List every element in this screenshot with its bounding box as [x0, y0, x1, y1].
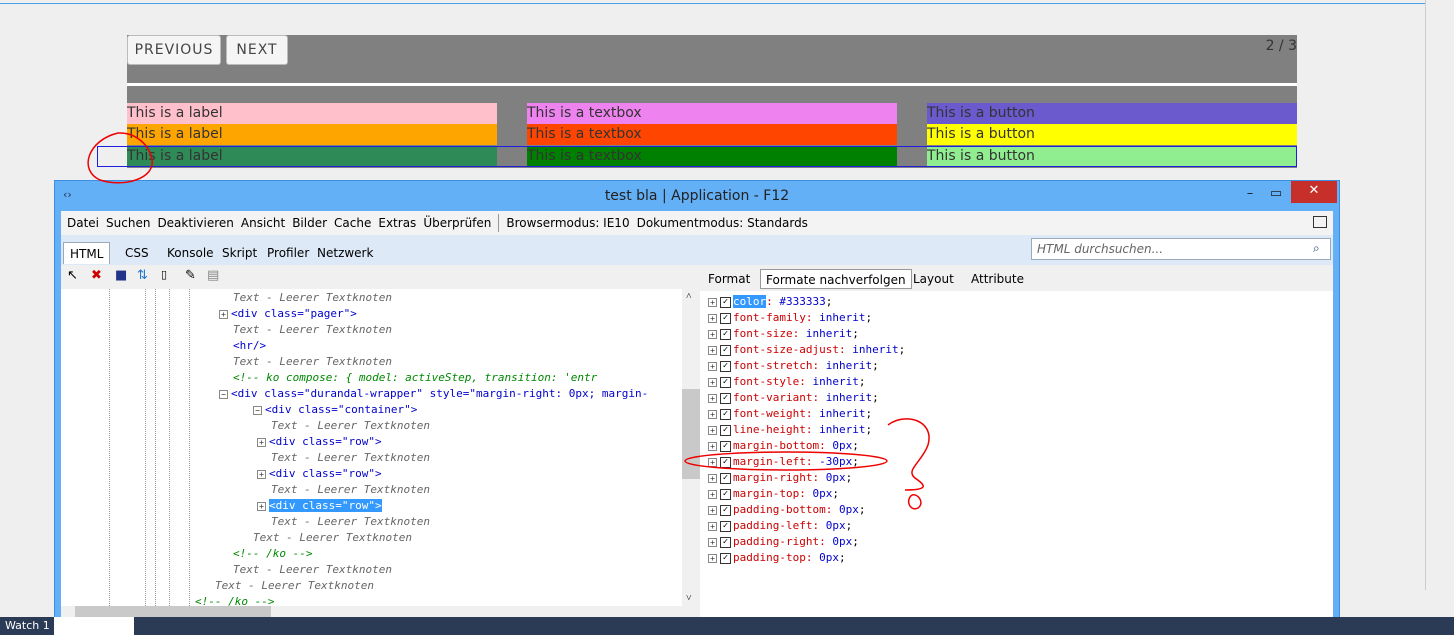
red-annotations	[87, 132, 930, 510]
annotation-question-mark	[887, 418, 930, 510]
annotation-circle	[87, 132, 153, 184]
annotation-ellipse	[684, 451, 888, 471]
